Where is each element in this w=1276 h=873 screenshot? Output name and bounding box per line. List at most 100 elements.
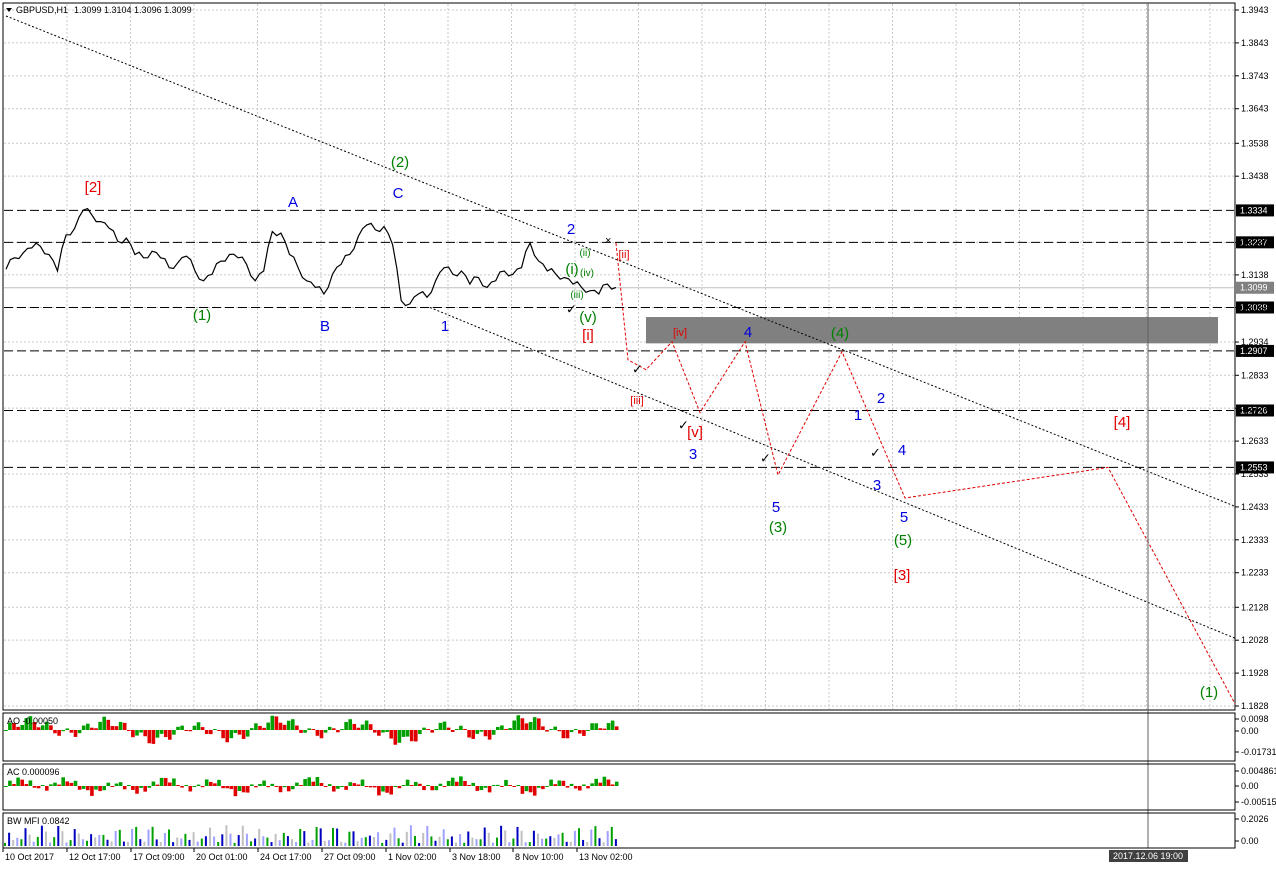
ao-bar bbox=[266, 722, 270, 730]
chart-window[interactable]: 1.3334 1.3237 1.3099 1.3039 1.2907 1.2726 1.25… bbox=[0, 0, 1276, 868]
price-chart[interactable]: 1.33341.32371.30991.30391.29071.27261.25… bbox=[0, 0, 1276, 868]
ac-bar bbox=[69, 782, 74, 786]
mfi-bar bbox=[578, 828, 580, 846]
mfi-bar bbox=[327, 840, 330, 846]
ac-bar bbox=[340, 786, 344, 787]
ac-bar bbox=[512, 786, 516, 787]
mfi-bar bbox=[414, 835, 416, 846]
ao-bar bbox=[397, 730, 402, 743]
ac-bar bbox=[163, 778, 168, 786]
mfi-bar bbox=[348, 831, 351, 846]
mfi-bar bbox=[442, 829, 445, 846]
ac-bar bbox=[28, 780, 33, 786]
mfi-bar bbox=[323, 840, 326, 846]
resistance-zone-rect[interactable] bbox=[646, 317, 1218, 344]
ao-bar bbox=[332, 728, 336, 730]
price-tick-label: 1.3743 bbox=[1241, 71, 1269, 81]
mfi-bar bbox=[229, 833, 232, 846]
mfi-bar bbox=[381, 842, 384, 846]
mfi-bar bbox=[40, 825, 43, 846]
mfi-bar bbox=[491, 842, 494, 846]
ao-bar bbox=[512, 720, 516, 730]
wave-label: [i] bbox=[582, 327, 594, 344]
wave-label: 3 bbox=[873, 477, 881, 494]
ao-bar bbox=[455, 729, 459, 730]
time-tick-label: 20 Oct 01:00 bbox=[196, 852, 248, 862]
ac-bar bbox=[274, 786, 279, 787]
wave-label: (2) bbox=[391, 154, 409, 171]
mfi-bar bbox=[127, 841, 129, 846]
ao-bar bbox=[151, 730, 156, 744]
ao-bar bbox=[106, 719, 111, 730]
mfi-bar bbox=[336, 828, 339, 846]
mfi-bar bbox=[102, 834, 105, 846]
ao-bar bbox=[36, 727, 41, 730]
wave-label: [2] bbox=[85, 179, 102, 196]
ind-tick-label: 0.0098 bbox=[1241, 714, 1269, 724]
time-tick-label: 13 Nov 02:00 bbox=[579, 852, 633, 862]
wave-label: [iii] bbox=[630, 395, 643, 407]
price-tick-label: 1.2934 bbox=[1241, 337, 1269, 347]
ao-bar bbox=[299, 730, 303, 733]
ac-bar bbox=[291, 786, 295, 790]
check-icon: ✓ bbox=[566, 302, 577, 317]
mfi-bar bbox=[65, 842, 68, 846]
ao-bar bbox=[582, 730, 586, 736]
ao-bar bbox=[270, 715, 275, 730]
ac-bar bbox=[155, 784, 160, 786]
ao-bar bbox=[155, 730, 160, 738]
mfi-bar bbox=[217, 841, 220, 846]
mfi-bar bbox=[606, 831, 609, 846]
price-tick-label: 1.2633 bbox=[1241, 436, 1269, 446]
mfi-bar bbox=[455, 842, 457, 846]
ao-bar bbox=[221, 730, 225, 739]
ac-bar bbox=[299, 785, 303, 786]
ao-bar bbox=[610, 720, 615, 730]
mfi-bar bbox=[286, 836, 289, 846]
time-cursor-label: 2017.12.06 19:00 bbox=[1113, 851, 1183, 861]
ind-tick-label: 0.00 bbox=[1241, 836, 1259, 846]
ac-bar bbox=[135, 786, 139, 794]
ac-bar bbox=[73, 780, 78, 786]
ao-bar bbox=[53, 730, 57, 734]
ac-bar bbox=[176, 785, 180, 786]
ac-bar bbox=[430, 786, 434, 791]
mfi-bar bbox=[245, 833, 248, 846]
wave-label: [iv] bbox=[673, 327, 687, 339]
ac-bar bbox=[36, 786, 41, 789]
ao-bar bbox=[520, 718, 525, 730]
ac-bar bbox=[81, 786, 86, 789]
ao-bar bbox=[569, 730, 574, 733]
check-icon: ✓ bbox=[632, 362, 643, 377]
wave-label: (ii) bbox=[579, 248, 590, 259]
mfi-bar bbox=[373, 836, 375, 846]
mfi-bar bbox=[139, 839, 142, 846]
time-tick-label: 8 Nov 10:00 bbox=[515, 852, 564, 862]
mfi-bar bbox=[405, 831, 408, 846]
ao-title: AO -0.00050 bbox=[7, 716, 58, 726]
mfi-bar bbox=[332, 828, 334, 846]
ac-title: AC 0.000096 bbox=[7, 767, 60, 777]
price-tick-label: 1.3843 bbox=[1241, 38, 1269, 48]
price-tick-label: 1.2128 bbox=[1241, 602, 1269, 612]
ac-bar bbox=[356, 784, 361, 786]
wave-label: 1 bbox=[854, 407, 862, 424]
ao-bar bbox=[200, 727, 205, 730]
price-tick-label: 1.3138 bbox=[1241, 270, 1269, 280]
ac-bar bbox=[545, 786, 549, 787]
mfi-bar bbox=[233, 842, 236, 846]
ao-bar bbox=[307, 728, 311, 730]
ao-bar bbox=[168, 730, 172, 740]
ac-bar bbox=[24, 784, 29, 786]
mfi-bar bbox=[553, 837, 556, 846]
level-label: 1.3334 bbox=[1240, 205, 1268, 215]
mfi-bar bbox=[438, 836, 441, 846]
ind-tick-label: 0.004861 bbox=[1241, 766, 1276, 776]
ac-bar bbox=[455, 781, 459, 786]
mfi-bar bbox=[315, 827, 318, 846]
ao-bar bbox=[528, 721, 533, 730]
ao-bar bbox=[598, 728, 603, 730]
wave-label: (iii) bbox=[570, 290, 583, 301]
wave-label: (3) bbox=[769, 519, 787, 536]
ao-bar bbox=[557, 730, 562, 732]
